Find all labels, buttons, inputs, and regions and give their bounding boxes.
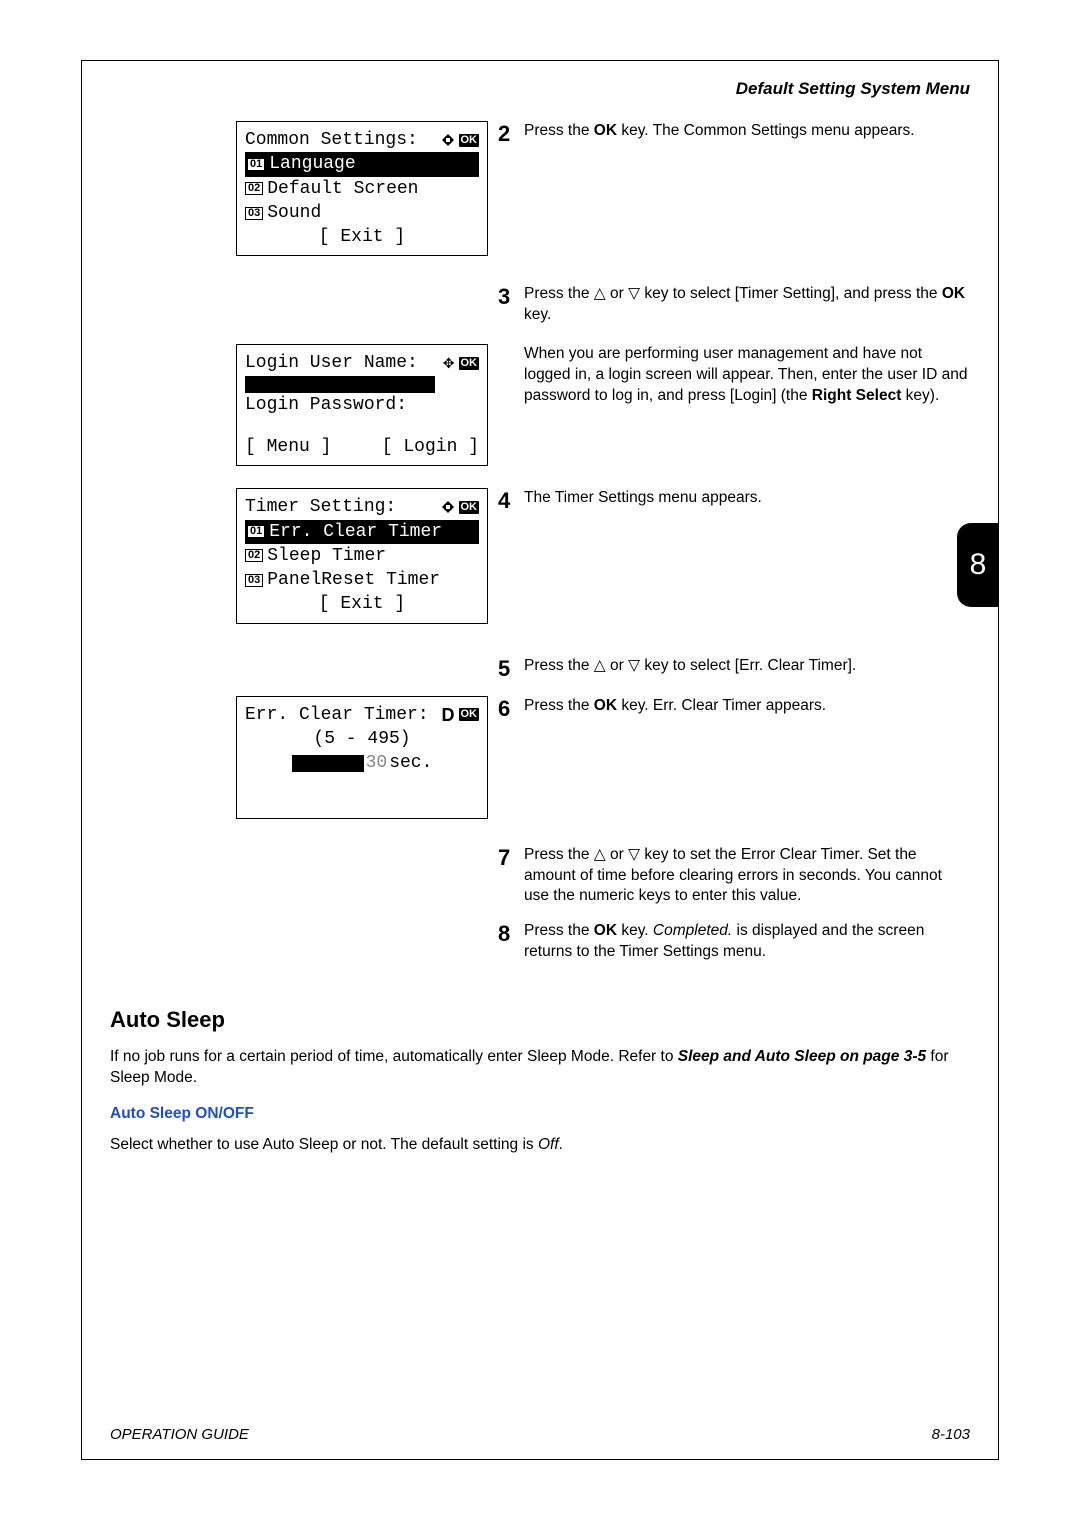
lcd1-item-3[interactable]: 03 Sound [245, 201, 479, 225]
ok-icon: OK [459, 357, 480, 370]
lcd1-exit[interactable]: [ Exit ] [245, 225, 479, 249]
lcd1-icons: OK [441, 133, 480, 147]
page-footer: OPERATION GUIDE 8-103 [82, 1426, 998, 1443]
lcd-common-settings: Common Settings: OK 01 Language 02 Defau… [236, 121, 488, 256]
row-step78: 7 Press the △ or ▽ key to set the Error … [110, 845, 970, 978]
nav-diamond-icon [441, 500, 455, 514]
lcd3-item-3[interactable]: 03 PanelReset Timer [245, 568, 479, 592]
row-step2: Common Settings: OK 01 Language 02 Defau… [110, 121, 970, 256]
cursor-icon: ✥ [443, 354, 455, 373]
lcd3-icons: OK [441, 500, 480, 514]
section-auto-sleep-onoff-title: Auto Sleep ON/OFF [110, 1105, 970, 1123]
section-auto-sleep-body: If no job runs for a certain period of t… [110, 1047, 970, 1089]
row-lcd4: Err. Clear Timer: D OK (5 - 495) 30sec. … [110, 696, 970, 819]
lcd3-exit[interactable]: [ Exit ] [245, 592, 479, 616]
lcd3-item-2[interactable]: 02 Sleep Timer [245, 544, 479, 568]
step-8: 8 Press the OK key. Completed. is displa… [498, 921, 970, 963]
lcd1-item-2[interactable]: 02 Default Screen [245, 177, 479, 201]
step-6: 6 Press the OK key. Err. Clear Timer app… [498, 696, 970, 722]
step-3: 3 Press the △ or ▽ key to select [Timer … [498, 284, 970, 326]
ok-icon: OK [459, 708, 480, 721]
lcd4-title: Err. Clear Timer: [245, 703, 429, 727]
ok-icon: OK [459, 134, 480, 147]
step-5: 5 Press the △ or ▽ key to select [Err. C… [498, 656, 970, 682]
lcd1-title: Common Settings: [245, 128, 418, 152]
row-step4: Timer Setting: OK 01 Err. Clear Timer 02… [110, 488, 970, 623]
lcd2-menu-btn[interactable]: [ Menu ] [245, 435, 331, 459]
digit-icon: D [442, 703, 455, 727]
section-auto-sleep-title: Auto Sleep [110, 1007, 970, 1033]
up-triangle-icon: △ [594, 846, 606, 863]
row-step56: 5 Press the △ or ▽ key to select [Err. C… [110, 656, 970, 696]
down-triangle-icon: ▽ [628, 285, 640, 302]
lcd4-range: (5 - 495) [245, 727, 479, 751]
ok-icon: OK [459, 501, 480, 514]
chapter-tab: 8 [957, 523, 999, 607]
lcd-login: Login User Name: ✥ OK Login Password: [ … [236, 344, 488, 466]
footer-right: 8-103 [932, 1426, 970, 1443]
step-7: 7 Press the △ or ▽ key to set the Error … [498, 845, 970, 908]
lcd4-unit: sec. [389, 751, 432, 775]
section-auto-sleep-onoff-body: Select whether to use Auto Sleep or not.… [110, 1135, 970, 1156]
lcd1-item-1[interactable]: 01 Language [245, 152, 479, 176]
lcd4-value-row[interactable]: 30sec. [245, 751, 479, 775]
lcd3-title: Timer Setting: [245, 495, 396, 519]
nav-diamond-icon [441, 133, 455, 147]
step-3-para2: When you are performing user management … [498, 344, 970, 407]
lcd2-pw-label: Login Password: [245, 393, 479, 417]
up-triangle-icon: △ [594, 657, 606, 674]
step-4: 4 The Timer Settings menu appears. [498, 488, 970, 514]
page-header: Default Setting System Menu [110, 79, 970, 99]
lcd4-value-box [292, 755, 364, 772]
lcd4-icons: D OK [442, 703, 480, 727]
down-triangle-icon: ▽ [628, 657, 640, 674]
lcd3-item-1[interactable]: 01 Err. Clear Timer [245, 520, 479, 544]
page-frame: Default Setting System Menu Common Setti… [81, 60, 999, 1460]
step-2: 2 Press the OK key. The Common Settings … [498, 121, 970, 147]
up-triangle-icon: △ [594, 285, 606, 302]
lcd2-login-btn[interactable]: [ Login ] [382, 435, 479, 459]
lcd2-username-field[interactable] [245, 376, 479, 393]
down-triangle-icon: ▽ [628, 846, 640, 863]
row-step3: 3 Press the △ or ▽ key to select [Timer … [110, 284, 970, 340]
lcd-timer-setting: Timer Setting: OK 01 Err. Clear Timer 02… [236, 488, 488, 623]
lcd2-title: Login User Name: [245, 351, 418, 375]
lcd4-value: 30 [364, 751, 390, 775]
row-login: Login User Name: ✥ OK Login Password: [ … [110, 344, 970, 466]
lcd2-icons: ✥ OK [443, 354, 479, 373]
lcd-err-clear-timer: Err. Clear Timer: D OK (5 - 495) 30sec. [236, 696, 488, 819]
footer-left: OPERATION GUIDE [110, 1426, 249, 1443]
